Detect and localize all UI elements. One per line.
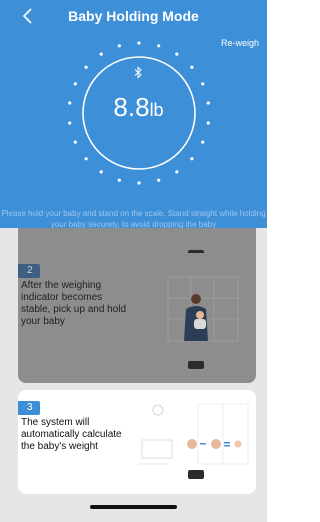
gauge-dot [84, 157, 88, 161]
bluetooth-icon [134, 66, 142, 79]
gauge-dot [117, 44, 121, 48]
gauge-dot [157, 44, 161, 48]
gauge-dot [190, 157, 194, 161]
instruction-text: Please hold your baby and stand on the s… [1, 209, 266, 229]
gauge-dot [99, 52, 103, 56]
gauge-dot [117, 178, 121, 182]
gauge-dot [99, 170, 103, 174]
gauge-dot [175, 52, 179, 56]
gauge-dot [175, 170, 179, 174]
gauge-dot [190, 65, 194, 69]
home-indicator[interactable] [90, 505, 177, 509]
gauge-dot [137, 181, 141, 185]
gauge-dot [73, 140, 77, 144]
person-holding-baby-icon [167, 276, 239, 369]
gauge-dot [201, 140, 205, 144]
step-text: After the weighing indicator becomes sta… [21, 280, 127, 327]
weight-unit: lb [149, 100, 164, 120]
step-number-badge: 3 [18, 401, 40, 415]
step-card-3: 3 The system will automatically calculat… [18, 390, 256, 494]
step-text: The system will automatically calculate … [21, 417, 122, 452]
gauge-dot [157, 178, 161, 182]
gauge-dot [137, 41, 141, 45]
gauge-dot [73, 82, 77, 86]
gauge-dot [84, 65, 88, 69]
step-number-badge: 2 [18, 264, 40, 278]
header-panel: Baby Holding Mode Re-weigh 8.8lb Please … [0, 0, 267, 229]
page-title: Baby Holding Mode [68, 8, 199, 24]
step-card-2: 2 After the weighing indicator becomes s… [18, 253, 256, 383]
reweigh-button[interactable]: Re-weigh [221, 38, 259, 48]
weight-readout: 8.8lb [0, 92, 277, 123]
weight-value: 8.8 [113, 92, 150, 122]
calculation-illustration [138, 403, 249, 479]
gauge-dot [201, 82, 205, 86]
